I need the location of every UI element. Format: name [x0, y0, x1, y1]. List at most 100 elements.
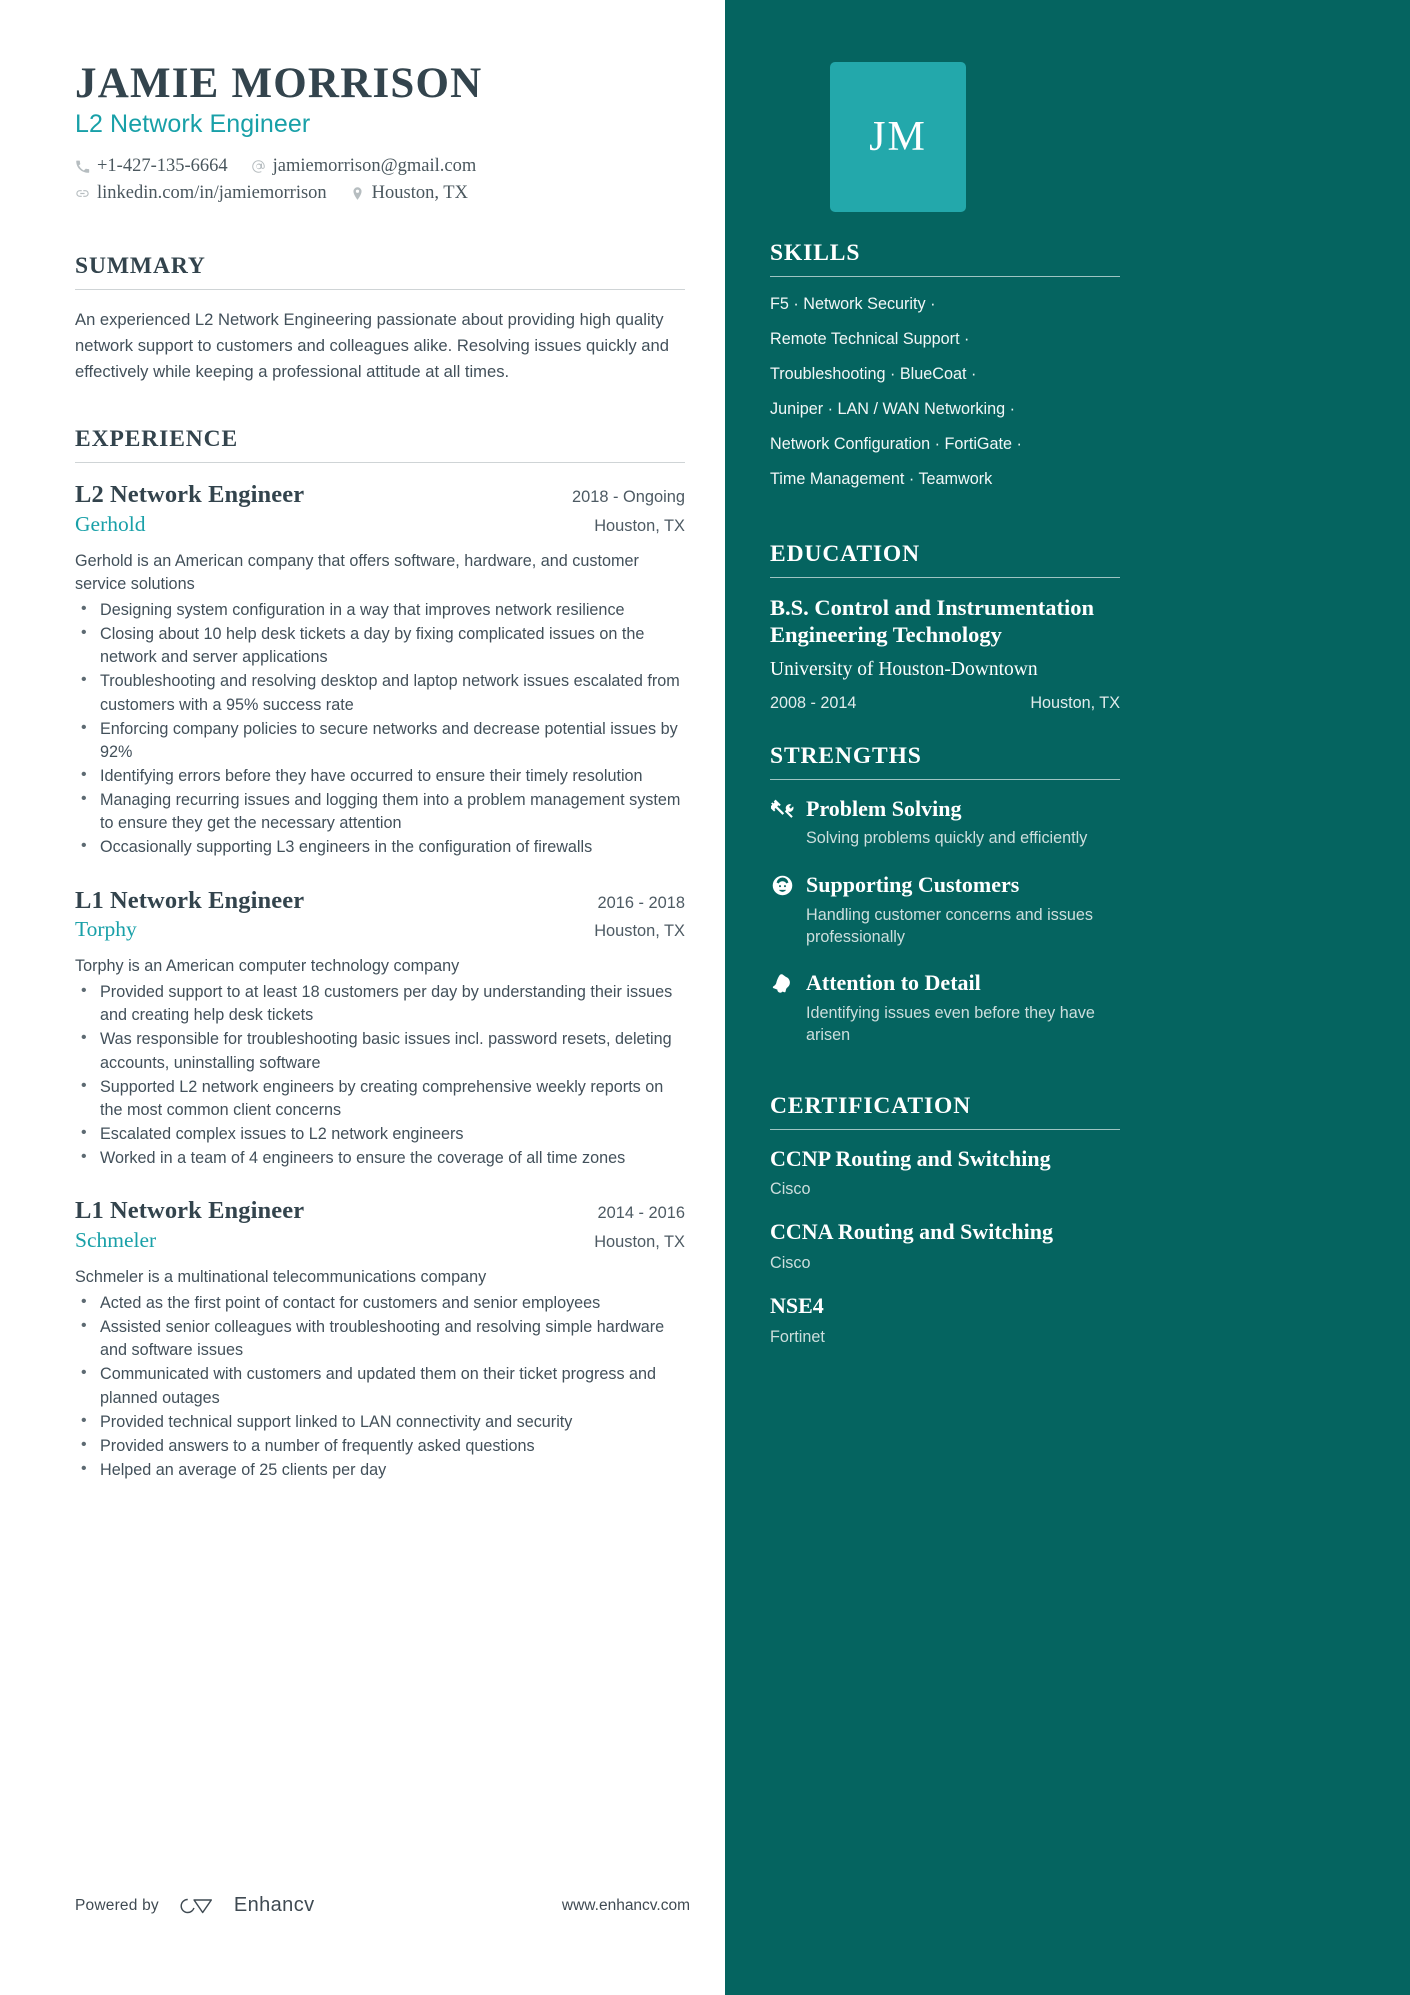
skills-line: Time Management · Teamwork: [770, 470, 993, 488]
job-dates: 2014 - 2016: [597, 1204, 686, 1223]
job-bullet: Managing recurring issues and logging th…: [75, 788, 685, 835]
sidebar: JM SKILLS F5 · Network Security · Remote…: [725, 0, 1410, 1995]
education-meta: 2008 - 2014 Houston, TX: [770, 694, 1120, 713]
experience-divider: [75, 462, 685, 464]
bell-icon: [770, 972, 794, 996]
main-column: JAMIE MORRISON L2 Network Engineer +1-42…: [0, 0, 725, 1995]
job-bullet: Acted as the first point of contact for …: [75, 1291, 685, 1315]
job-bullet: Communicated with customers and updated …: [75, 1362, 685, 1409]
experience-entry: L1 Network Engineer 2014 - 2016 Schmeler…: [75, 1196, 685, 1482]
job-bullet: Troubleshooting and resolving desktop an…: [75, 669, 685, 716]
job-title-row: L1 Network Engineer 2016 - 2018: [75, 886, 685, 917]
certification-item: NSE4 Fortinet: [770, 1293, 1120, 1347]
job-bullets: Acted as the first point of contact for …: [75, 1291, 685, 1482]
phone-icon: [75, 159, 90, 174]
strength-description: Solving problems quickly and efficiently: [806, 829, 1088, 848]
job-bullet: Provided technical support linked to LAN…: [75, 1410, 685, 1434]
brand-name: Enhancv: [233, 1894, 315, 1916]
strength-item: Problem Solving Solving problems quickly…: [770, 796, 1120, 850]
strength-name: Supporting Customers: [806, 872, 1020, 898]
contact-location-text: Houston, TX: [371, 183, 468, 204]
website-url[interactable]: www.enhancv.com: [562, 1897, 690, 1915]
job-dates: 2016 - 2018: [597, 893, 686, 912]
experience-heading: EXPERIENCE: [75, 426, 239, 453]
contact-line-1: +1-427-135-6664 jamiemorrison@gmail.com: [75, 156, 685, 177]
skills-divider: [770, 276, 1120, 277]
skills-line: Network Configuration · FortiGate ·: [770, 435, 1022, 453]
job-bullets: Designing system configuration in a way …: [75, 598, 685, 860]
email-icon: [251, 159, 266, 174]
contact-phone-text: +1-427-135-6664: [97, 156, 228, 177]
job-company: Schmeler: [75, 1228, 157, 1253]
summary-divider: [75, 289, 685, 291]
page-title: JAMIE MORRISON: [75, 60, 483, 107]
job-bullet: Worked in a team of 4 engineers to ensur…: [75, 1146, 685, 1170]
job-company: Gerhold: [75, 511, 146, 536]
job-company: Torphy: [75, 917, 137, 942]
summary-section: SUMMARY An experienced L2 Network Engine…: [75, 253, 685, 384]
job-location: Houston, TX: [594, 922, 685, 941]
link-icon: [75, 186, 90, 201]
job-company-row: Gerhold Houston, TX: [75, 511, 685, 539]
contact-email-text: jamiemorrison@gmail.com: [272, 156, 477, 177]
strength-header: Attention to Detail: [770, 970, 1120, 996]
skills-line: Remote Technical Support ·: [770, 330, 970, 348]
job-bullet: Escalated complex issues to L2 network e…: [75, 1122, 685, 1146]
strength-header: Problem Solving: [770, 796, 1120, 822]
contact-location[interactable]: Houston, TX: [350, 183, 468, 204]
certification-issuer: Cisco: [770, 1254, 811, 1273]
job-company-row: Torphy Houston, TX: [75, 916, 685, 944]
job-dates: 2018 - Ongoing: [572, 488, 685, 507]
skills-section: SKILLS F5 · Network Security · Remote Te…: [770, 240, 1120, 491]
education-section: EDUCATION B.S. Control and Instrumentati…: [770, 541, 1120, 713]
enhancv-logo-icon: [177, 1895, 223, 1917]
strengths-section: STRENGTHS Problem Solving Solving proble…: [770, 743, 1120, 1046]
avatar: JM: [830, 62, 966, 212]
contact-email[interactable]: jamiemorrison@gmail.com: [251, 156, 477, 177]
education-heading: EDUCATION: [770, 541, 920, 567]
job-description: Gerhold is an American company that offe…: [75, 551, 639, 593]
job-bullet: Helped an average of 25 clients per day: [75, 1458, 685, 1482]
contact-line-2: linkedin.com/in/jamiemorrison Houston, T…: [75, 183, 685, 204]
job-title: L2 Network Engineer: [75, 481, 305, 509]
experience-entry: L1 Network Engineer 2016 - 2018 Torphy H…: [75, 886, 685, 1171]
certification-divider: [770, 1128, 1120, 1130]
resume-page: JAMIE MORRISON L2 Network Engineer +1-42…: [0, 0, 1410, 1995]
education-divider: [770, 577, 1120, 578]
summary-heading: SUMMARY: [75, 253, 206, 280]
strength-header: Supporting Customers: [770, 872, 1120, 898]
strength-item: Attention to Detail Identifying issues e…: [770, 970, 1120, 1046]
job-role-subtitle: L2 Network Engineer: [75, 110, 311, 139]
job-company-row: Schmeler Houston, TX: [75, 1227, 685, 1255]
job-title: L1 Network Engineer: [75, 1197, 305, 1225]
contact-phone[interactable]: +1-427-135-6664: [75, 156, 228, 177]
education-dates: 2008 - 2014: [770, 694, 857, 713]
avatar-initials: JM: [869, 114, 927, 160]
education-degree: B.S. Control and Instrumentation Enginee…: [770, 595, 1095, 648]
job-bullet: Assisted senior colleagues with troubles…: [75, 1315, 685, 1362]
contact-linkedin[interactable]: linkedin.com/in/jamiemorrison: [75, 183, 327, 204]
job-bullets: Provided support to at least 18 customer…: [75, 980, 685, 1170]
education-school: University of Houston-Downtown: [770, 658, 1038, 680]
headset-support-icon: [770, 873, 794, 897]
job-bullet: Closing about 10 help desk tickets a day…: [75, 622, 685, 669]
certification-issuer: Fortinet: [770, 1328, 825, 1346]
job-bullet: Provided answers to a number of frequent…: [75, 1434, 685, 1458]
location-pin-icon: [350, 186, 365, 201]
experience-entry: L2 Network Engineer 2018 - Ongoing Gerho…: [75, 480, 685, 859]
job-bullet: Was responsible for troubleshooting basi…: [75, 1027, 685, 1074]
strength-name: Problem Solving: [806, 796, 962, 822]
skills-heading: SKILLS: [770, 240, 861, 266]
job-description: Schmeler is a multinational telecommunic…: [75, 1267, 487, 1286]
skills-line: Troubleshooting · BlueCoat ·: [770, 365, 977, 383]
job-title: L1 Network Engineer: [75, 886, 305, 914]
strengths-divider: [770, 779, 1120, 781]
certification-name: CCNA Routing and Switching: [770, 1219, 1054, 1245]
job-bullet: Supported L2 network engineers by creati…: [75, 1075, 685, 1122]
experience-section: EXPERIENCE L2 Network Engineer 2018 - On…: [75, 426, 685, 1482]
page-footer: Powered by Enhancv www.enhancv.com: [75, 1894, 690, 1917]
job-description: Torphy is an American computer technolog…: [75, 957, 460, 976]
skills-line: Juniper · LAN / WAN Networking ·: [770, 400, 1015, 418]
education-location: Houston, TX: [1030, 694, 1120, 713]
